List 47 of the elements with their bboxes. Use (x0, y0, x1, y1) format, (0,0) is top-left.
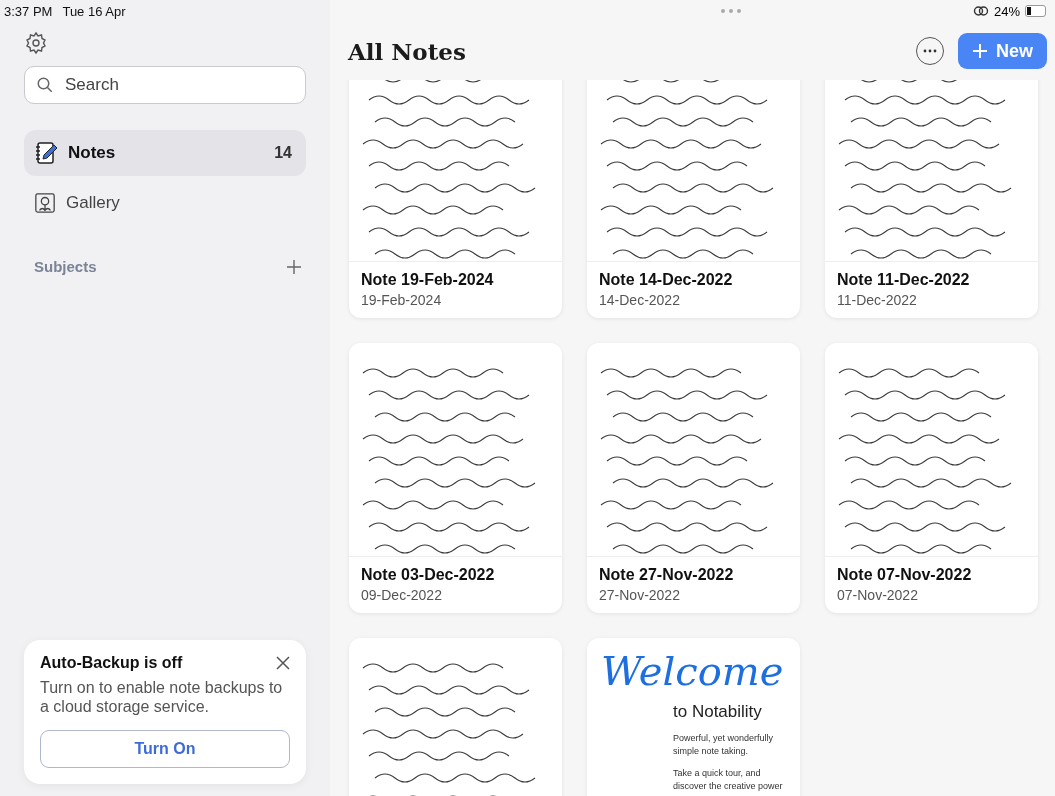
multitasking-dots-icon[interactable] (720, 8, 743, 14)
sidebar-item[interactable]: Notes 14 (24, 130, 306, 176)
add-icon[interactable] (286, 258, 302, 275)
welcome-text: Powerful, yet wonderfully simple note taking. (673, 732, 775, 758)
settings-icon[interactable] (24, 31, 48, 55)
search-icon (36, 76, 54, 94)
note-title: Note 19-Feb-2024 (361, 271, 495, 289)
close-icon[interactable] (276, 655, 290, 670)
note-card[interactable]: Note 03-Dec-2022 09-Dec-2022 (349, 343, 562, 613)
new-note-button[interactable]: New (958, 33, 1047, 69)
sidebar-item[interactable]: Gallery (24, 180, 306, 226)
status-date: Tue 16 Apr (62, 3, 126, 19)
note-title: Note 11-Dec-2022 (837, 271, 971, 289)
welcome-script: Welcome (601, 648, 785, 694)
note-card[interactable]: Note 19-Feb-2024 19-Feb-2024 (349, 80, 562, 318)
note-date: 09-Dec-2022 (361, 587, 443, 603)
page-title: All Notes (348, 37, 466, 65)
note-card[interactable]: Note 07-Nov-2022 07-Nov-2022 (825, 343, 1038, 613)
link-icon (972, 5, 989, 17)
more-icon (923, 49, 937, 53)
note-date: 27-Nov-2022 (599, 587, 681, 603)
note-title: Note 27-Nov-2022 (599, 566, 735, 584)
note-card[interactable]: Note 14-Dec-2022 14-Dec-2022 (587, 80, 800, 318)
note-date: 19-Feb-2024 (361, 292, 443, 308)
note-card[interactable] (349, 638, 562, 796)
note-card[interactable]: Note 11-Dec-2022 11-Dec-2022 (825, 80, 1038, 318)
battery-icon (1025, 5, 1047, 17)
plus-icon (972, 43, 988, 59)
note-title: Note 07-Nov-2022 (837, 566, 973, 584)
gallery-icon (34, 192, 56, 214)
notebook-icon (34, 141, 58, 165)
welcome-subtitle: to Notability (673, 702, 763, 722)
turn-on-button[interactable]: Turn On (40, 730, 290, 768)
note-title: Note 03-Dec-2022 (361, 566, 496, 584)
note-date: 14-Dec-2022 (599, 292, 681, 308)
note-card[interactable]: Welcome to Notability Powerful, yet wonderfully simple note taking. Take a quick tour, and discover the creative power (587, 638, 800, 796)
welcome-text: Take a quick tour, and discover the creative power (673, 767, 784, 793)
note-date: 11-Dec-2022 (837, 292, 918, 308)
note-card[interactable]: Note 27-Nov-2022 27-Nov-2022 (587, 343, 800, 613)
search-field[interactable]: Search (24, 66, 306, 104)
status-time: 3:37 PM (4, 3, 53, 19)
note-date: 07-Nov-2022 (837, 587, 919, 603)
card-text: Turn on to enable note backups to a cloud storage service. (40, 677, 284, 716)
battery-percentage: 24% (993, 3, 1020, 19)
section-heading: Subjects (34, 258, 97, 275)
card-title: Auto-Backup is off (40, 653, 183, 672)
note-title: Note 14-Dec-2022 (599, 271, 734, 289)
